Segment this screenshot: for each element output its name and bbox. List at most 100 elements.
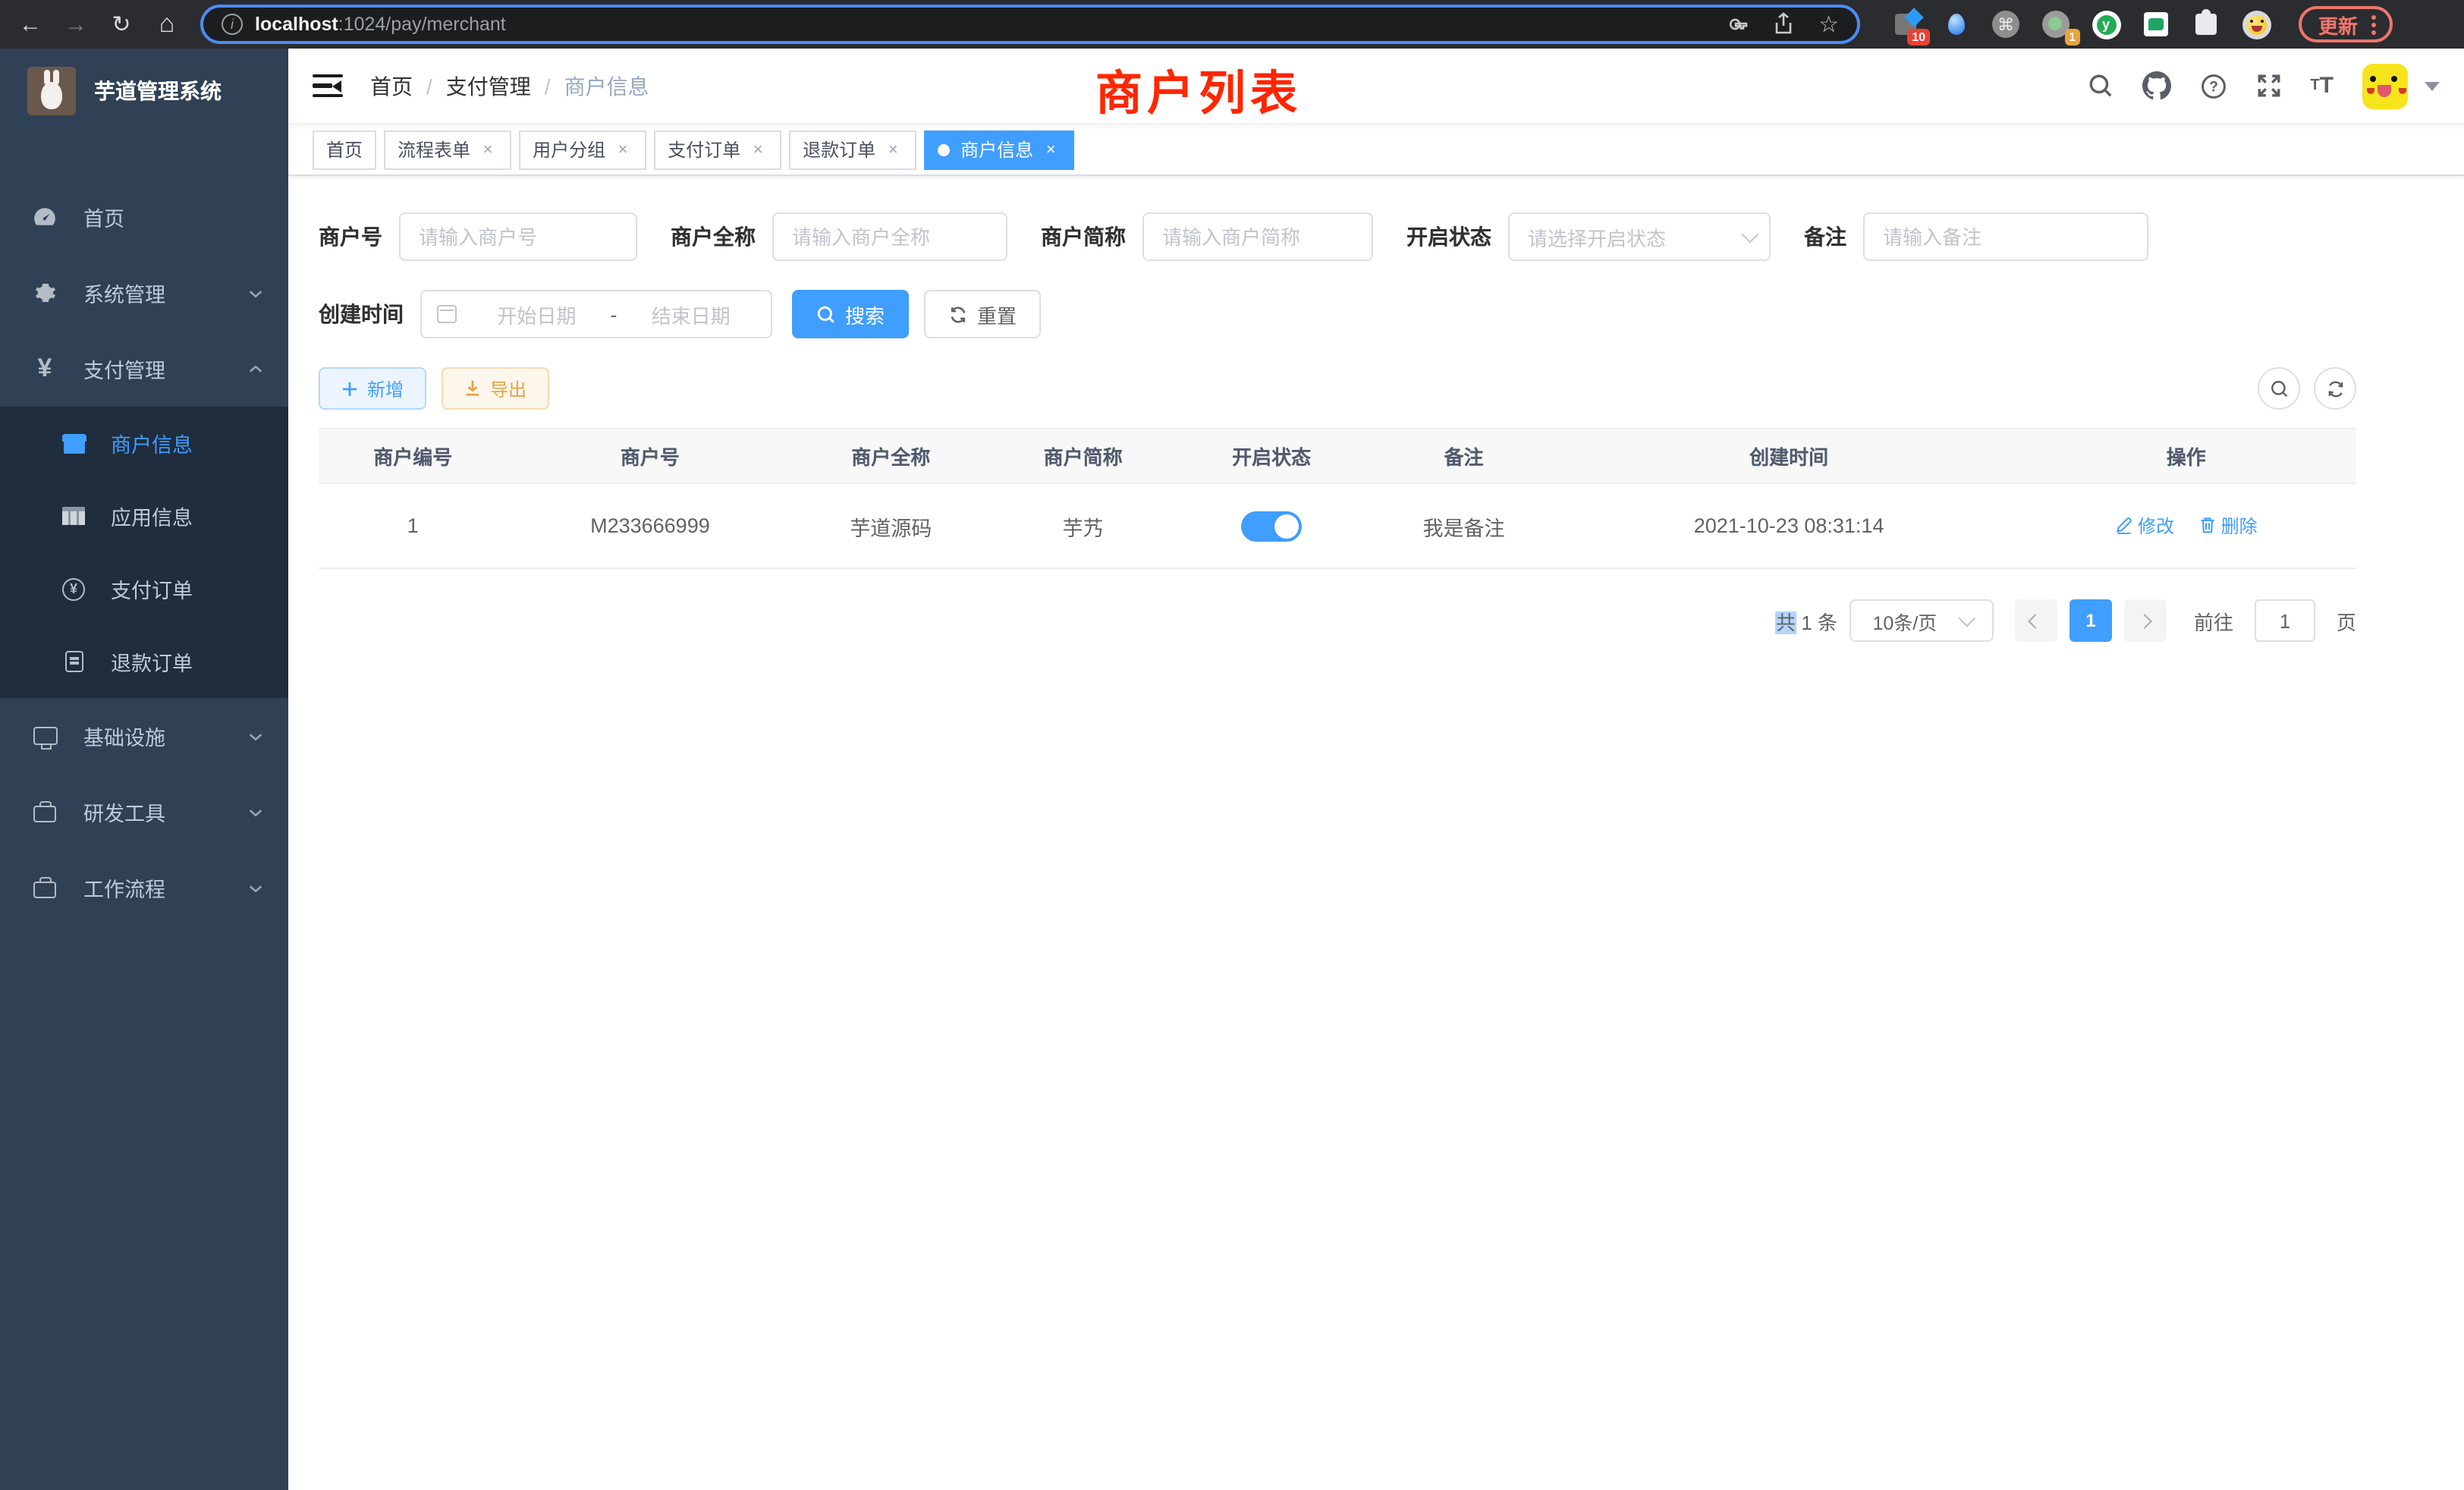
browser-forward-icon[interactable]: → bbox=[58, 6, 94, 42]
close-icon[interactable]: × bbox=[748, 140, 768, 159]
sidebar-item-pay[interactable]: ¥ 支付管理 bbox=[0, 331, 288, 407]
site-info-icon[interactable]: i bbox=[222, 14, 243, 35]
app-logo-row[interactable]: 芋道管理系统 bbox=[0, 49, 288, 134]
col-actions: 操作 bbox=[2016, 429, 2356, 483]
user-menu-caret-icon[interactable] bbox=[2425, 81, 2440, 90]
page-unit-label: 页 bbox=[2337, 606, 2356, 635]
full-name-input[interactable] bbox=[772, 212, 1007, 261]
close-icon[interactable]: × bbox=[1041, 140, 1061, 159]
export-button[interactable]: 导出 bbox=[442, 367, 549, 410]
help-icon[interactable]: ? bbox=[2199, 72, 2227, 99]
tab-pay-order[interactable]: 支付订单× bbox=[654, 130, 781, 169]
col-merchant-no: 商户号 bbox=[508, 429, 794, 483]
status-toggle[interactable] bbox=[1241, 511, 1302, 541]
tab-refund-order[interactable]: 退款订单× bbox=[789, 130, 916, 169]
chrome-update-button[interactable]: 更新 bbox=[2299, 6, 2393, 42]
profile-emoji-icon[interactable] bbox=[2241, 9, 2271, 39]
page-size-select[interactable]: 10条/页 bbox=[1850, 599, 1994, 642]
share-icon[interactable] bbox=[1771, 12, 1794, 36]
merchant-no-input[interactable] bbox=[399, 212, 637, 261]
breadcrumb-pay[interactable]: 支付管理 bbox=[446, 71, 531, 101]
breadcrumb-current: 商户信息 bbox=[564, 71, 649, 101]
cell-merchant-id: 1 bbox=[319, 483, 508, 568]
sidebar-item-devtools[interactable]: 研发工具 bbox=[0, 774, 288, 850]
chevron-down-icon bbox=[1958, 610, 1975, 627]
goto-page-input[interactable] bbox=[2255, 599, 2315, 642]
next-page-button[interactable] bbox=[2124, 599, 2167, 642]
gear-icon bbox=[32, 281, 58, 305]
close-icon[interactable]: × bbox=[883, 140, 903, 159]
reset-button-label: 重置 bbox=[977, 300, 1017, 328]
extensions-puzzle-icon[interactable] bbox=[2191, 9, 2221, 39]
app-title: 芋道管理系统 bbox=[94, 76, 222, 106]
status-select[interactable]: 请选择开启状态 bbox=[1508, 212, 1771, 261]
browser-back-icon[interactable]: ← bbox=[12, 6, 49, 42]
font-size-icon[interactable]: TT bbox=[2310, 73, 2334, 99]
sidebar-item-infra[interactable]: 基础设施 bbox=[0, 698, 288, 774]
fullscreen-icon[interactable] bbox=[2255, 73, 2281, 99]
browser-home-icon[interactable]: ⌂ bbox=[149, 6, 185, 42]
sidebar-item-merchant-info[interactable]: 商户信息 bbox=[0, 407, 288, 479]
tab-home[interactable]: 首页 bbox=[313, 130, 376, 169]
merchant-table: 商户编号 商户号 商户全称 商户简称 开启状态 备注 创建时间 操作 1 bbox=[319, 428, 2356, 569]
monitor-icon bbox=[32, 727, 58, 745]
bookmark-star-icon[interactable]: ☆ bbox=[1818, 11, 1839, 38]
yen-icon: ¥ bbox=[32, 354, 58, 384]
created-label: 创建时间 bbox=[319, 299, 404, 329]
address-bar[interactable]: i localhost:1024/pay/merchant ☆ bbox=[200, 5, 1860, 44]
tab-process-form[interactable]: 流程表单× bbox=[384, 130, 511, 169]
col-remark: 备注 bbox=[1366, 429, 1561, 483]
chevron-down-icon bbox=[247, 728, 264, 744]
breadcrumb-separator: / bbox=[545, 74, 551, 98]
tab-merchant-info[interactable]: 商户信息 × bbox=[924, 130, 1074, 169]
date-range-picker[interactable]: 开始日期 - 结束日期 bbox=[420, 290, 772, 338]
prev-page-button[interactable] bbox=[2015, 599, 2057, 642]
delete-link-label: 删除 bbox=[2221, 513, 2258, 539]
sidebar-item-app-info[interactable]: 应用信息 bbox=[0, 479, 288, 552]
remark-input[interactable] bbox=[1863, 212, 2148, 261]
sidebar-item-workflow[interactable]: 工作流程 bbox=[0, 850, 288, 926]
browser-menu-icon[interactable] bbox=[2371, 14, 2376, 34]
page-1-button[interactable]: 1 bbox=[2070, 599, 2112, 642]
user-avatar[interactable] bbox=[2362, 63, 2408, 108]
tab-user-group[interactable]: 用户分组× bbox=[519, 130, 646, 169]
breadcrumb-home[interactable]: 首页 bbox=[370, 71, 413, 101]
add-button[interactable]: 新增 bbox=[319, 367, 426, 410]
show-search-toggle-icon[interactable] bbox=[2258, 367, 2300, 410]
extension-command-icon[interactable]: ⌘ bbox=[1991, 9, 2021, 39]
short-name-input[interactable] bbox=[1142, 212, 1373, 261]
reset-button[interactable]: 重置 bbox=[924, 290, 1041, 338]
sidebar-item-label: 系统管理 bbox=[83, 278, 165, 308]
close-icon[interactable]: × bbox=[613, 140, 633, 159]
screen: ← → ↻ ⌂ i localhost:1024/pay/merchant ☆ … bbox=[0, 0, 2464, 1490]
sidebar-item-pay-order[interactable]: ¥ 支付订单 bbox=[0, 552, 288, 625]
calendar-icon bbox=[437, 305, 457, 323]
sidebar-item-refund-order[interactable]: 退款订单 bbox=[0, 625, 288, 698]
close-icon[interactable]: × bbox=[478, 140, 498, 159]
short-name-label: 商户简称 bbox=[1041, 222, 1126, 252]
extension-y-icon[interactable]: y bbox=[2091, 9, 2121, 39]
extension-balloon-icon[interactable] bbox=[1941, 9, 1971, 39]
password-key-icon[interactable] bbox=[1723, 12, 1747, 36]
extension-status-icon[interactable]: 1 bbox=[2041, 9, 2071, 39]
browser-reload-icon[interactable]: ↻ bbox=[103, 6, 140, 42]
tab-label: 商户信息 bbox=[960, 137, 1033, 162]
yen-circle-icon: ¥ bbox=[61, 577, 86, 600]
sidebar-item-label: 研发工具 bbox=[83, 797, 165, 827]
search-icon[interactable] bbox=[2087, 73, 2113, 99]
search-button[interactable]: 搜索 bbox=[792, 290, 909, 338]
col-merchant-id: 商户编号 bbox=[319, 429, 508, 483]
refresh-table-icon[interactable] bbox=[2314, 367, 2356, 410]
export-button-label: 导出 bbox=[490, 376, 526, 401]
github-icon[interactable] bbox=[2142, 71, 2170, 100]
sidebar-item-home[interactable]: 首页 bbox=[0, 179, 288, 255]
extension-chat-icon[interactable] bbox=[2141, 9, 2171, 39]
edit-link[interactable]: 修改 bbox=[2115, 513, 2174, 539]
chevron-down-icon bbox=[247, 879, 264, 896]
delete-link[interactable]: 删除 bbox=[2198, 513, 2258, 539]
col-status: 开启状态 bbox=[1177, 429, 1366, 483]
sidebar-collapse-icon[interactable] bbox=[313, 74, 343, 98]
rabbit-logo bbox=[27, 67, 76, 115]
sidebar-item-system[interactable]: 系统管理 bbox=[0, 255, 288, 331]
extension-tiles-icon[interactable]: 10 bbox=[1890, 9, 1921, 39]
